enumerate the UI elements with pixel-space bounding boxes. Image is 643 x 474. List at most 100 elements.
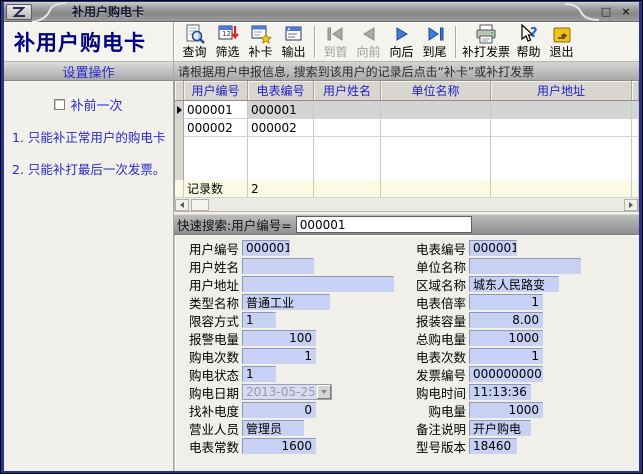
user-detail-form: 用户编号000001用户姓名用户地址类型名称普通工业限容方式1报警电量100购电…	[174, 235, 639, 471]
field-报警电量[interactable]: 100	[242, 330, 316, 346]
toolbar-button-label: 向前	[356, 45, 380, 59]
settings-sidebar: 设置操作 补前一次 1. 只能补正常用户的购电卡 2. 只能补打最后一次发票。	[4, 62, 174, 471]
replenish-previous-checkbox[interactable]: 补前一次	[4, 95, 173, 114]
footer-cell	[632, 180, 639, 198]
grid-column-header[interactable]: 用户编号	[184, 81, 248, 101]
form-row: 电表倍率1	[405, 293, 639, 311]
grid-cell[interactable]	[314, 119, 381, 137]
toolbar-button-nav-next[interactable]: 向后	[385, 23, 418, 61]
field-label: 限容方式	[180, 311, 242, 330]
grid-horizontal-scrollbar[interactable]	[174, 198, 639, 212]
grid-column-header[interactable]: 用户地址	[491, 81, 632, 101]
toolbar-button-filter-calendar[interactable]: 12筛选	[211, 23, 244, 61]
grid-column-header[interactable]: 单位名称	[381, 81, 491, 101]
grid-clipped-cell	[632, 101, 639, 119]
page-title: 补用户购电卡	[4, 22, 174, 61]
toolbar-button-label: 筛选	[215, 45, 239, 59]
field-报装容量[interactable]: 8.00	[469, 312, 543, 328]
quick-search-label: 快速搜索:用户编号=	[177, 215, 292, 234]
toolbar-button-label: 补打发票	[462, 45, 510, 59]
scroll-right-button[interactable]	[624, 199, 638, 211]
toolbar-button-nav-last[interactable]: 到尾	[418, 23, 451, 61]
footer-cell	[314, 180, 381, 198]
form-row: 用户地址	[180, 275, 405, 293]
grid-empty-cell	[632, 137, 639, 180]
grid-cell[interactable]	[381, 101, 491, 119]
card-window-icon	[250, 24, 272, 45]
field-营业人员[interactable]: 管理员	[242, 420, 304, 436]
scrollbar-thumb[interactable]	[191, 199, 209, 211]
field-label: 电表倍率	[405, 293, 469, 312]
note-2: 2. 只能补打最后一次发票。	[12, 162, 169, 178]
purchase-date-combobox[interactable]: 2013-05-25	[242, 384, 332, 400]
close-button[interactable]: ×	[619, 5, 633, 19]
field-电表常数[interactable]: 1600	[242, 438, 316, 454]
form-row: 购电次数1	[180, 347, 405, 365]
grid-row[interactable]: 000002000002	[175, 119, 639, 137]
nav-last-icon	[424, 24, 446, 45]
grid-cell[interactable]	[491, 119, 632, 137]
field-购电次数[interactable]: 1	[242, 348, 316, 364]
grid-column-header[interactable]: 电表编号	[248, 81, 314, 101]
field-label: 购电日期	[180, 383, 242, 402]
quick-search-input[interactable]	[296, 216, 472, 233]
field-购电量[interactable]: 1000	[469, 402, 543, 418]
toolbar-button-help-cursor[interactable]: ? 帮助	[512, 23, 545, 61]
toolbar-separator	[455, 26, 456, 58]
app-window: 补用户购电卡 □ × 补用户购电卡 查询12筛选补卡输出到首向前向后到尾补打发票…	[0, 0, 643, 474]
grid-cell[interactable]: 000001	[248, 101, 314, 119]
svg-text:?: ?	[530, 26, 538, 41]
field-区域名称[interactable]: 城东人民路变	[469, 276, 559, 292]
maximize-button[interactable]: □	[599, 5, 613, 19]
field-单位名称[interactable]	[469, 258, 581, 274]
field-类型名称[interactable]: 普通工业	[242, 294, 330, 310]
toolbar-button-export-window[interactable]: 输出	[277, 23, 310, 61]
grid-cell[interactable]	[314, 101, 381, 119]
field-电表倍率[interactable]: 1	[469, 294, 543, 310]
field-label: 用户编号	[180, 239, 242, 258]
field-用户姓名[interactable]	[242, 258, 314, 274]
field-总购电量[interactable]: 1000	[469, 330, 543, 346]
field-发票编号[interactable]: 0000000001	[469, 366, 543, 382]
form-row: 购电量1000	[405, 401, 639, 419]
toolbar-button-label: 帮助	[517, 45, 541, 59]
field-用户地址[interactable]	[242, 276, 394, 292]
field-电表次数[interactable]: 1	[469, 348, 543, 364]
grid-indicator-header	[175, 81, 184, 101]
field-购电状态[interactable]: 1	[242, 366, 276, 382]
grid-cell[interactable]	[491, 101, 632, 119]
field-备注说明[interactable]: 开户购电	[469, 420, 531, 436]
field-用户编号[interactable]: 000001	[242, 240, 290, 256]
toolbar-button-printer[interactable]: 补打发票	[460, 23, 512, 61]
field-购电时间[interactable]: 11:13:36	[469, 384, 531, 400]
field-找补电度[interactable]: 0	[242, 402, 316, 418]
toolbar-separator	[314, 26, 315, 58]
grid-indicator-column	[175, 137, 184, 180]
toolbar-button-search-document[interactable]: 查询	[178, 23, 211, 61]
search-document-icon	[184, 24, 206, 45]
field-label: 电表编号	[405, 239, 469, 258]
chevron-down-icon[interactable]	[317, 385, 331, 399]
scroll-left-button[interactable]	[175, 199, 189, 211]
grid-cell[interactable]: 000001	[184, 101, 248, 119]
grid-cell[interactable]	[381, 119, 491, 137]
field-型号版本[interactable]: 18460	[469, 438, 517, 454]
field-label: 备注说明	[405, 419, 469, 438]
toolbar-button-exit[interactable]: 退出	[545, 23, 578, 61]
grid-clipped-column-header	[632, 81, 639, 101]
field-限容方式[interactable]: 1	[242, 312, 276, 328]
hint-bar: 请根据用户申报信息, 搜索到该用户的记录后点击“补卡”或补打发票	[174, 62, 639, 81]
record-count-value: 2	[248, 180, 314, 198]
grid-column-header[interactable]: 用户姓名	[314, 81, 381, 101]
field-电表编号[interactable]: 000001	[469, 240, 517, 256]
form-row: 电表次数1	[405, 347, 639, 365]
field-label: 类型名称	[180, 293, 242, 312]
form-row: 电表常数1600	[180, 437, 405, 455]
toolbar-button-label: 查询	[182, 45, 206, 59]
grid-row[interactable]: 000001000001	[175, 101, 639, 119]
checkbox-icon[interactable]	[54, 99, 65, 110]
toolbar-button-card-window[interactable]: 补卡	[244, 23, 277, 61]
grid-cell[interactable]: 000002	[248, 119, 314, 137]
grid-cell[interactable]: 000002	[184, 119, 248, 137]
form-row: 备注说明开户购电	[405, 419, 639, 437]
